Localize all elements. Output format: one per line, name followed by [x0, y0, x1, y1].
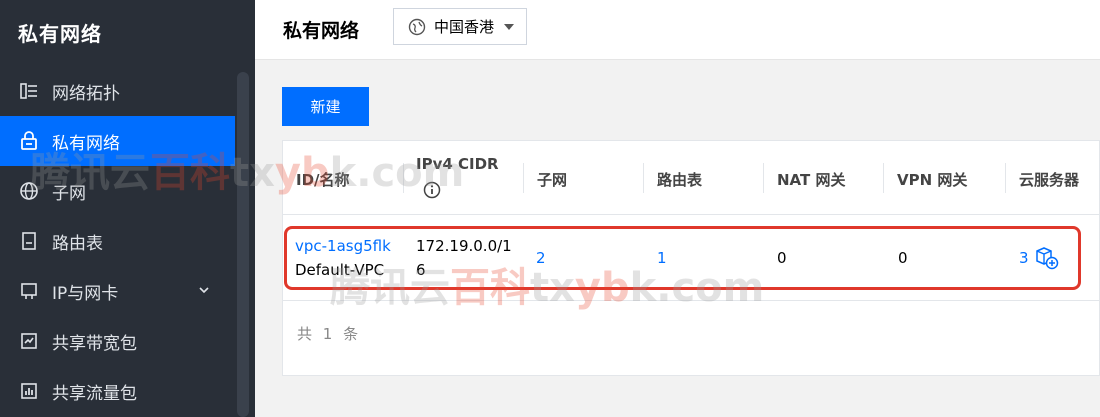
sidebar-scrollbar[interactable]	[237, 72, 249, 417]
sidebar-title: 私有网络	[18, 22, 102, 46]
column-header-route-table: 路由表	[657, 171, 703, 189]
info-icon[interactable]	[423, 181, 441, 199]
network-card-icon	[18, 280, 40, 302]
column-header-id-name: ID/名称	[296, 171, 350, 189]
create-button[interactable]: 新建	[282, 87, 369, 126]
sidebar-item-label: 网络拓扑	[52, 83, 120, 104]
sidebar-item-traffic-package[interactable]: 共享流量包	[0, 366, 235, 416]
topology-icon	[18, 80, 40, 102]
sidebar-item-label: 共享流量包	[52, 383, 137, 404]
sidebar-item-route-table[interactable]: 路由表	[0, 216, 235, 266]
column-header-ipv4-cidr: IPv4 CIDR	[416, 155, 499, 173]
sidebar-item-label: 私有网络	[52, 133, 120, 154]
page-title: 私有网络	[283, 20, 360, 42]
bandwidth-package-icon	[18, 330, 40, 352]
add-server-icon[interactable]	[1034, 245, 1060, 271]
lock-icon	[18, 130, 40, 152]
document-icon	[18, 230, 40, 252]
column-divider	[883, 163, 884, 193]
sidebar-item-label: 路由表	[52, 233, 103, 254]
sidebar-item-topology[interactable]: 网络拓扑	[0, 66, 235, 116]
nat-gateway-count: 0	[777, 249, 787, 267]
cvm-count-link[interactable]: 3	[1019, 249, 1029, 267]
sidebar: 私有网络 网络拓扑 私有网络 子网 路由表 IP与网卡 共享带宽包 共享流量包	[0, 0, 255, 417]
column-divider	[1005, 163, 1006, 193]
vpc-cidr-line1: 172.19.0.0/1	[416, 237, 512, 255]
sidebar-item-vpc[interactable]: 私有网络	[0, 116, 235, 166]
column-header-subnet: 子网	[537, 171, 568, 189]
column-divider	[763, 163, 764, 193]
region-select-value: 中国香港	[434, 18, 495, 36]
traffic-package-icon	[18, 380, 40, 402]
sidebar-item-label: 共享带宽包	[52, 333, 137, 354]
column-header-cvm: 云服务器	[1019, 171, 1080, 189]
sidebar-item-subnet[interactable]: 子网	[0, 166, 235, 216]
vpc-name: Default-VPC	[295, 261, 385, 279]
globe-icon	[408, 18, 426, 35]
column-divider	[523, 163, 524, 193]
vpc-cidr-line2: 6	[416, 261, 426, 279]
table-header: ID/名称 IPv4 CIDR 子网 路由表 NAT 网关 VPN 网关 云服务…	[283, 141, 1100, 215]
vpn-gateway-count: 0	[898, 249, 908, 267]
globe-icon	[18, 180, 40, 202]
column-divider	[403, 163, 404, 193]
column-header-nat-gateway: NAT 网关	[777, 171, 846, 189]
page-header: 私有网络 中国香港	[255, 0, 1100, 60]
sidebar-item-label: IP与网卡	[52, 283, 119, 304]
vpc-table: ID/名称 IPv4 CIDR 子网 路由表 NAT 网关 VPN 网关 云服务…	[282, 140, 1100, 376]
sidebar-item-ip-nic[interactable]: IP与网卡	[0, 266, 235, 316]
table-row: vpc-1asg5flk Default-VPC 172.19.0.0/1 6 …	[283, 215, 1100, 301]
route-table-count-link[interactable]: 1	[657, 249, 667, 267]
column-divider	[643, 163, 644, 193]
table-total-count: 共 1 条	[297, 325, 362, 343]
subnet-count-link[interactable]: 2	[536, 249, 546, 267]
vpc-id-link[interactable]: vpc-1asg5flk	[295, 237, 391, 255]
sidebar-item-bandwidth-package[interactable]: 共享带宽包	[0, 316, 235, 366]
sidebar-item-label: 子网	[52, 183, 86, 204]
region-select[interactable]: 中国香港	[393, 8, 527, 45]
column-header-vpn-gateway: VPN 网关	[897, 171, 968, 189]
chevron-down-icon	[199, 287, 209, 294]
caret-down-icon	[504, 24, 514, 30]
